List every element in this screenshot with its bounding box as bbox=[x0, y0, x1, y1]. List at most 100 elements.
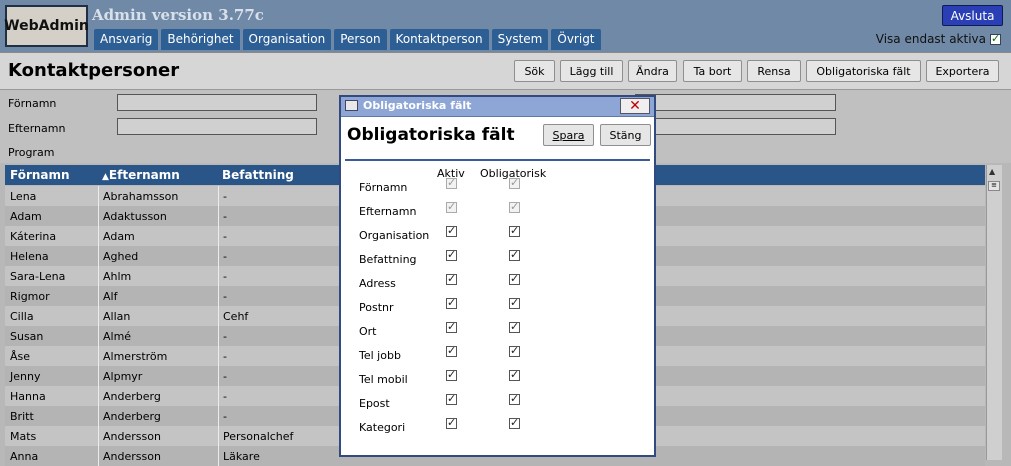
active-checkbox[interactable] bbox=[446, 344, 457, 357]
required-checkbox[interactable] bbox=[509, 320, 520, 333]
firstname-input[interactable] bbox=[117, 94, 317, 111]
column-divider bbox=[218, 306, 219, 326]
column-divider bbox=[98, 306, 99, 326]
filter-label-lastname: Efternamn bbox=[8, 122, 66, 135]
cell-firstname: Hanna bbox=[10, 390, 46, 403]
lastname-input[interactable] bbox=[117, 118, 317, 135]
scroll-thumb[interactable]: ≡ bbox=[988, 181, 1000, 191]
column-divider bbox=[98, 386, 99, 406]
export-button[interactable]: Exportera bbox=[926, 60, 999, 82]
field-label: Ort bbox=[359, 325, 377, 338]
column-divider bbox=[98, 326, 99, 346]
show-active-checkbox[interactable] bbox=[990, 32, 1001, 45]
required-checkbox[interactable] bbox=[509, 392, 520, 405]
filter-input-right-1[interactable] bbox=[635, 94, 836, 111]
cell-title: Cehf bbox=[223, 310, 249, 323]
column-header-title[interactable]: Befattning bbox=[222, 168, 294, 182]
column-divider bbox=[98, 446, 99, 466]
scroll-up-icon[interactable]: ▲ bbox=[989, 167, 995, 176]
active-checkbox[interactable] bbox=[446, 416, 457, 429]
required-checkbox[interactable] bbox=[509, 416, 520, 429]
dialog-heading: Obligatoriska fält bbox=[347, 125, 515, 145]
dialog-title: Obligatoriska fält bbox=[363, 99, 472, 112]
required-checkbox[interactable] bbox=[509, 272, 520, 285]
field-label: Tel mobil bbox=[359, 373, 408, 386]
active-checkbox[interactable] bbox=[446, 248, 457, 261]
column-divider bbox=[218, 346, 219, 366]
field-label: Epost bbox=[359, 397, 390, 410]
column-divider bbox=[98, 426, 99, 446]
filter-input-right-2[interactable] bbox=[635, 118, 836, 135]
tab-ansvarig[interactable]: Ansvarig bbox=[94, 29, 159, 50]
required-checkbox bbox=[509, 200, 520, 213]
add-button[interactable]: Lägg till bbox=[560, 60, 623, 82]
tab-ovrigt[interactable]: Övrigt bbox=[551, 29, 601, 50]
cell-firstname: Káterina bbox=[10, 230, 57, 243]
column-divider bbox=[98, 346, 99, 366]
filter-label-program: Program bbox=[8, 146, 55, 159]
logout-button[interactable]: Avsluta bbox=[942, 5, 1003, 26]
column-divider bbox=[218, 326, 219, 346]
cell-lastname: Alpmyr bbox=[103, 370, 143, 383]
field-label: Adress bbox=[359, 277, 396, 290]
save-button[interactable]: Spara bbox=[543, 124, 594, 146]
required-fields-button[interactable]: Obligatoriska fält bbox=[806, 60, 921, 82]
main-tabs: Ansvarig Behörighet Organisation Person … bbox=[94, 29, 601, 50]
clear-button[interactable]: Rensa bbox=[747, 60, 801, 82]
tab-behorighet[interactable]: Behörighet bbox=[161, 29, 240, 50]
field-label: Postnr bbox=[359, 301, 394, 314]
top-bar: WebAdmin Admin version 3.77c Avsluta Ans… bbox=[0, 0, 1011, 52]
column-divider bbox=[218, 446, 219, 466]
cell-lastname: Adaktusson bbox=[103, 210, 167, 223]
required-checkbox[interactable] bbox=[509, 296, 520, 309]
active-checkbox[interactable] bbox=[446, 224, 457, 237]
cell-title: - bbox=[223, 190, 227, 203]
cell-title: Läkare bbox=[223, 450, 260, 463]
required-checkbox[interactable] bbox=[509, 224, 520, 237]
tab-kontaktperson[interactable]: Kontaktperson bbox=[389, 29, 489, 50]
tab-organisation[interactable]: Organisation bbox=[242, 29, 332, 50]
active-checkbox[interactable] bbox=[446, 296, 457, 309]
edit-button[interactable]: Ändra bbox=[628, 60, 677, 82]
cell-firstname: Adam bbox=[10, 210, 42, 223]
cell-lastname: Anderberg bbox=[103, 390, 161, 403]
show-active-label: Visa endast aktiva bbox=[875, 32, 986, 46]
column-divider bbox=[218, 266, 219, 286]
cell-lastname: Almerström bbox=[103, 350, 168, 363]
required-checkbox[interactable] bbox=[509, 368, 520, 381]
column-divider bbox=[218, 206, 219, 226]
cell-firstname: Helena bbox=[10, 250, 49, 263]
page-title: Kontaktpersoner bbox=[8, 60, 180, 81]
close-icon[interactable]: ✕ bbox=[620, 98, 650, 114]
column-header-firstname[interactable]: Förnamn bbox=[10, 168, 70, 182]
search-button[interactable]: Sök bbox=[514, 60, 555, 82]
cell-lastname: Almé bbox=[103, 330, 132, 343]
active-checkbox bbox=[446, 176, 457, 189]
cell-lastname: Alf bbox=[103, 290, 118, 303]
cell-title: - bbox=[223, 350, 227, 363]
cell-firstname: Britt bbox=[10, 410, 34, 423]
cell-title: - bbox=[223, 410, 227, 423]
tab-person[interactable]: Person bbox=[334, 29, 387, 50]
active-checkbox[interactable] bbox=[446, 320, 457, 333]
cell-firstname: Sara-Lena bbox=[10, 270, 66, 283]
active-checkbox[interactable] bbox=[446, 272, 457, 285]
tab-system[interactable]: System bbox=[491, 29, 549, 50]
column-divider bbox=[218, 366, 219, 386]
scrollbar[interactable]: ▲ ≡ bbox=[986, 165, 1002, 460]
delete-button[interactable]: Ta bort bbox=[683, 60, 742, 82]
field-label: Efternamn bbox=[359, 205, 417, 218]
column-header-lastname[interactable]: ▲Efternamn bbox=[102, 168, 180, 182]
filter-label-firstname: Förnamn bbox=[8, 97, 57, 110]
dialog-titlebar[interactable]: Obligatoriska fält ✕ bbox=[341, 97, 654, 117]
active-checkbox[interactable] bbox=[446, 392, 457, 405]
close-button[interactable]: Stäng bbox=[600, 124, 651, 146]
required-checkbox[interactable] bbox=[509, 248, 520, 261]
cell-firstname: Åse bbox=[10, 350, 31, 363]
column-divider bbox=[98, 206, 99, 226]
active-checkbox[interactable] bbox=[446, 368, 457, 381]
column-divider bbox=[218, 186, 219, 206]
required-checkbox[interactable] bbox=[509, 344, 520, 357]
cell-title: - bbox=[223, 290, 227, 303]
cell-title: - bbox=[223, 330, 227, 343]
